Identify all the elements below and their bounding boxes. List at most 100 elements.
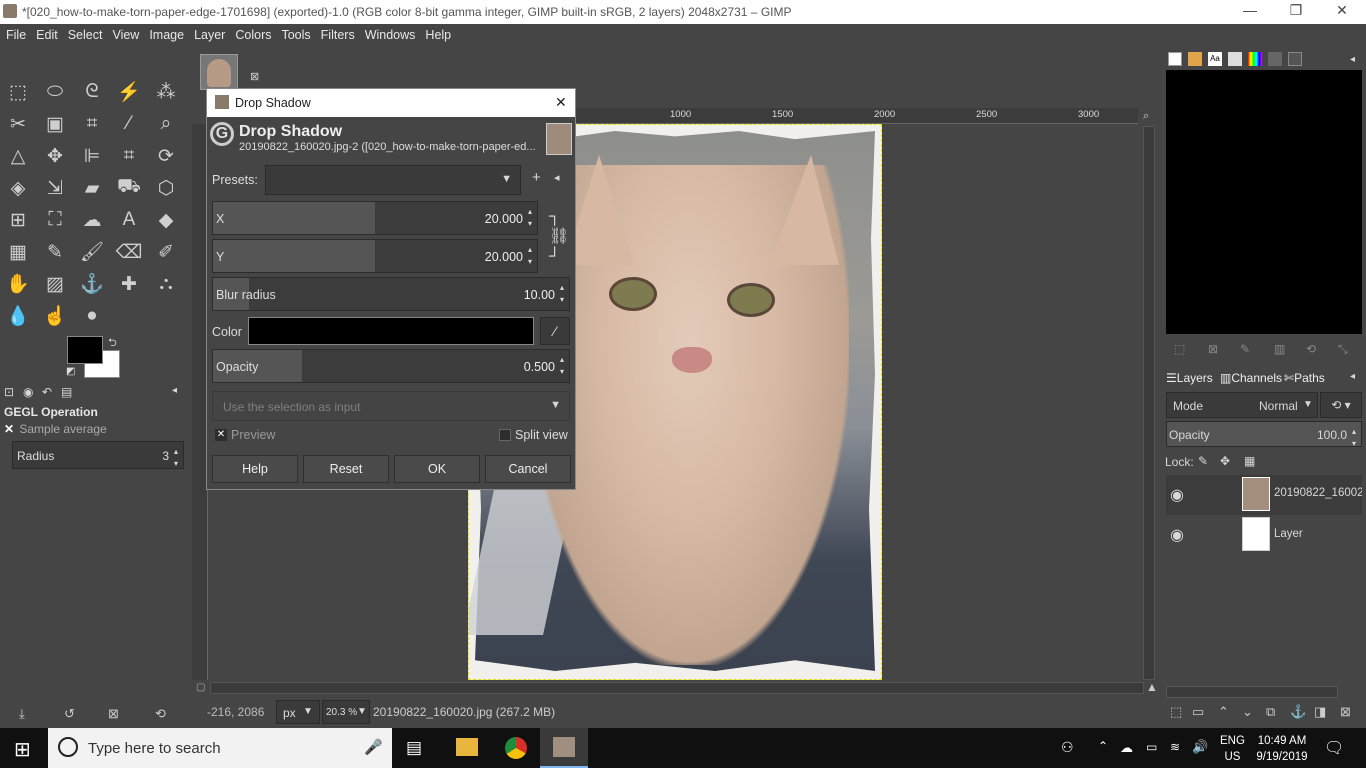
people-icon[interactable]: ⚇ [1061, 739, 1074, 756]
preview-checkbox[interactable]: ✕ [215, 429, 227, 441]
rect-select-icon[interactable]: ⬚ [3, 77, 33, 107]
clock[interactable]: 10:49 AM 9/19/2019 [1252, 733, 1312, 765]
opacity-spin-arrows[interactable]: ▴ ▾ [557, 354, 567, 378]
opacity-spinner[interactable]: Opacity 0.500 ▴ ▾ [212, 349, 570, 383]
foreground-select-icon[interactable]: ▣ [40, 109, 70, 139]
menu-select[interactable]: Select [62, 24, 107, 42]
menu-view[interactable]: View [106, 24, 143, 42]
cage-icon[interactable]: ⛶ [40, 205, 70, 235]
chrome-icon[interactable] [505, 737, 527, 759]
document-history-tab-icon[interactable] [1228, 52, 1242, 66]
layer-mode-select[interactable]: Mode Normal ▼ [1166, 392, 1318, 418]
dodge-burn-icon[interactable]: ● [77, 301, 107, 331]
clone-icon[interactable]: ⚓ [77, 269, 107, 299]
microphone-icon[interactable]: 🎤 [364, 738, 383, 756]
duplicate-layer-icon[interactable]: ⧉ [1266, 704, 1275, 720]
chain-link-icon[interactable]: ┐ ⛓ ┘ [549, 207, 569, 267]
mask-layer-icon[interactable]: ◨ [1314, 704, 1326, 720]
fonts-tab-icon[interactable]: Aa [1208, 52, 1222, 66]
restore-options-icon[interactable]: ↺ [64, 706, 75, 722]
restore-button[interactable]: ❐ [1276, 2, 1316, 19]
y-spin-arrows[interactable]: ▴ ▾ [525, 244, 535, 268]
save-options-icon[interactable]: ⤓ [19, 706, 25, 722]
file-explorer-icon[interactable] [456, 738, 478, 756]
layer-opacity-spinner[interactable]: Opacity 100.0 ▴ ▾ [1166, 421, 1362, 448]
layer-row[interactable]: ◉ Layer [1166, 515, 1362, 555]
blur-spin-arrows[interactable]: ▴ ▾ [557, 282, 567, 306]
new-layer-icon[interactable]: ⬚ [1170, 704, 1182, 720]
image-tab-thumbnail[interactable] [200, 54, 238, 90]
device-status-tab-icon[interactable]: ◉ [23, 385, 33, 399]
brushes-tab-icon[interactable] [1168, 52, 1182, 66]
paintbrush-icon[interactable]: 🖌 [77, 237, 107, 267]
images-tab-icon[interactable]: ▤ [61, 385, 72, 399]
navigate-icon[interactable]: ▲ [1146, 680, 1158, 694]
radius-spinner[interactable]: Radius 3 ▴ ▾ [12, 441, 184, 469]
menu-tools[interactable]: Tools [275, 24, 314, 42]
tool-options-tab-icon[interactable]: ⊡ [4, 385, 14, 399]
presets-dropdown[interactable]: ▼ [265, 165, 521, 195]
blur-icon[interactable]: 💧 [3, 301, 33, 331]
zoom-icon[interactable]: ⌕ [151, 109, 181, 139]
tab-paths[interactable]: ✄Paths [1284, 371, 1325, 385]
warp-icon[interactable]: ☁ [77, 205, 107, 235]
delete-options-icon[interactable]: ⊠ [108, 706, 119, 722]
delete-layer-icon[interactable]: ⊠ [1340, 704, 1351, 720]
sample-average-row[interactable]: ✕ Sample average [4, 422, 107, 436]
blur-radius-spinner[interactable]: Blur radius 10.00 ▴ ▾ [212, 277, 570, 311]
brush-edit-icon[interactable]: ⬚ [1174, 342, 1185, 356]
perspective-clone-icon[interactable]: ⛬ [151, 269, 181, 299]
volume-icon[interactable]: 🔊 [1192, 739, 1208, 755]
y-offset-spinner[interactable]: Y 20.000 ▴ ▾ [212, 239, 538, 273]
brush-new-icon[interactable]: ⊠ [1208, 342, 1218, 356]
lower-layer-icon[interactable]: ⌄ [1242, 704, 1253, 720]
gradients-tab-icon[interactable] [1268, 52, 1282, 66]
taskbar-search[interactable]: Type here to search 🎤 [48, 728, 392, 768]
dialog-close-button[interactable]: ✕ [555, 94, 567, 111]
brush-refresh-icon[interactable]: ⟲ [1306, 342, 1316, 356]
scissors-icon[interactable]: ✂ [3, 109, 33, 139]
pencil-icon[interactable]: ✎ [40, 237, 70, 267]
brush-open-icon[interactable]: ⤡ [1338, 342, 1348, 357]
checkbox-x-icon[interactable]: ✕ [4, 422, 16, 436]
color-picker-icon[interactable]: ⁄ [114, 109, 144, 139]
minimize-button[interactable]: — [1230, 2, 1270, 18]
text-icon[interactable]: A [114, 205, 144, 235]
new-layer-group-icon[interactable]: ▭ [1192, 704, 1204, 720]
default-colors-icon[interactable]: ◩ [66, 366, 75, 377]
undo-history-tab-icon[interactable]: ↶ [42, 385, 52, 399]
menu-file[interactable]: File [0, 24, 30, 42]
ellipse-select-icon[interactable]: ⬭ [40, 77, 70, 107]
action-center-icon[interactable]: 🗨 [1324, 738, 1344, 758]
layers-menu-icon[interactable]: ◂ [1350, 371, 1355, 382]
paths-icon[interactable]: ⌗ [77, 109, 107, 139]
tool-presets-tab-icon[interactable] [1288, 52, 1302, 66]
reset-button[interactable]: Reset [303, 455, 389, 483]
swap-colors-icon[interactable]: ⮌ [108, 334, 117, 353]
menu-layer[interactable]: Layer [188, 24, 229, 42]
gradient-icon[interactable]: ▦ [3, 237, 33, 267]
dock-menu-icon[interactable]: ◂ [1350, 54, 1355, 65]
cancel-button[interactable]: Cancel [485, 455, 571, 483]
onedrive-icon[interactable]: ☁ [1120, 740, 1133, 756]
shadow-color-button[interactable] [248, 317, 534, 345]
ok-button[interactable]: OK [394, 455, 480, 483]
close-image-tab-icon[interactable]: ⊠ [250, 70, 259, 83]
selection-input-dropdown[interactable]: Use the selection as input ▼ [212, 391, 570, 421]
eraser-icon[interactable]: ⌫ [114, 237, 144, 267]
unified-transform-icon[interactable]: ⟳ [151, 141, 181, 171]
quick-mask-icon[interactable]: ▢ [196, 682, 205, 693]
bucket-fill-icon[interactable]: ◆ [151, 205, 181, 235]
eyedropper-icon[interactable]: ⁄ [540, 317, 570, 345]
raise-layer-icon[interactable]: ⌃ [1218, 704, 1229, 720]
scale-icon[interactable]: ⇲ [40, 173, 70, 203]
shear-icon[interactable]: ▰ [77, 173, 107, 203]
tab-channels[interactable]: ▥Channels [1220, 371, 1282, 385]
zoom-to-fit-icon[interactable]: ⌕ [1143, 110, 1149, 123]
crop-icon[interactable]: ⌗ [114, 141, 144, 171]
composite-mode-button[interactable]: ⟲ ▾ [1320, 392, 1362, 418]
lasso-icon[interactable]: ᘓ [77, 77, 107, 107]
menu-windows[interactable]: Windows [359, 24, 420, 42]
mypaint-brush-icon[interactable]: ▨ [40, 269, 70, 299]
windows-start-icon[interactable]: ⊞ [14, 737, 31, 762]
